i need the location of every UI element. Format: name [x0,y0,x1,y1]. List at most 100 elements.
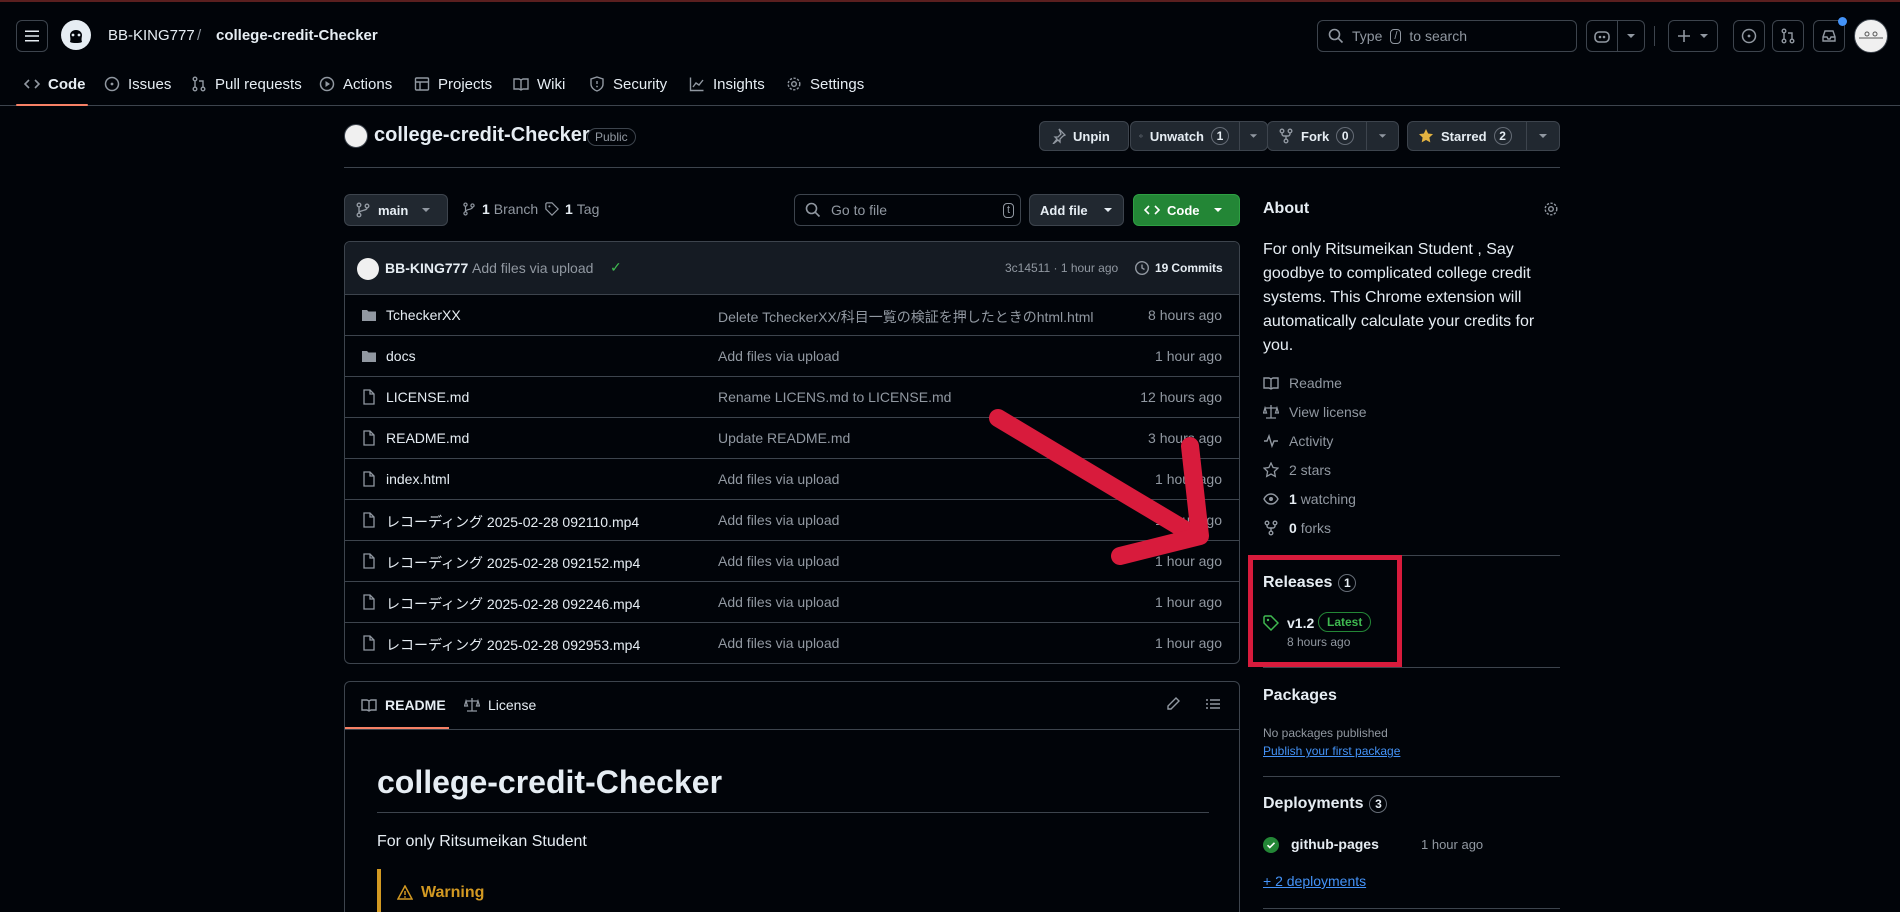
commit-message[interactable]: Add files via upload [472,260,593,276]
file-commit-message[interactable]: Add files via upload [718,471,839,487]
file-commit-message[interactable]: Add files via upload [718,594,839,610]
file-commit-message[interactable]: Delete TcheckerXX/科目一覧の検証を押したときのhtml.htm… [718,307,1093,327]
edit-readme-button[interactable] [1165,696,1181,712]
star-menu-button[interactable] [1526,121,1560,151]
starred-button[interactable]: Starred 2 [1407,121,1527,151]
file-name[interactable]: レコーディング 2025-02-28 092152.mp4 [386,553,640,573]
tab-pull-requests-label: Pull requests [215,75,302,93]
file-commit-message[interactable]: Rename LICENS.md to LICENSE.md [718,389,951,405]
branches-link[interactable]: 1 Branch [462,201,538,217]
code-button[interactable]: Code [1133,194,1240,226]
branch-selector[interactable]: main [344,194,448,226]
tab-settings[interactable]: Settings [786,70,864,98]
commit-author[interactable]: BB-KING777 [385,260,468,276]
tab-readme[interactable]: README [361,697,446,713]
pull-requests-button[interactable] [1772,20,1804,52]
tab-license[interactable]: License [464,697,536,713]
repo-title[interactable]: college-credit-Checker [374,124,590,147]
copilot-button[interactable] [1586,20,1618,52]
create-new-button[interactable] [1668,20,1718,52]
pin-icon [1052,128,1066,144]
table-row[interactable]: docs Add files via upload 1 hour ago [345,336,1239,377]
file-name[interactable]: index.html [386,471,450,487]
stars-link[interactable]: 2 stars [1263,462,1331,478]
breadcrumb-repo[interactable]: college-credit-Checker [216,27,378,44]
watching-link[interactable]: 1 watching [1263,491,1356,507]
git-pull-request-icon [192,76,206,92]
file-name[interactable]: レコーディング 2025-02-28 092246.mp4 [386,594,640,614]
tab-code[interactable]: Code [24,70,86,98]
more-deployments-link[interactable]: + 2 deployments [1263,873,1366,889]
deployments-header[interactable]: Deployments 3 [1263,795,1388,813]
starred-label: Starred [1441,128,1487,144]
caret-down-icon [1700,34,1708,38]
tab-actions[interactable]: Actions [319,70,392,98]
law-icon [464,698,480,712]
table-row[interactable]: レコーディング 2025-02-28 092246.mp4 Add files v… [345,582,1239,623]
avatar[interactable] [1854,19,1888,53]
table-row[interactable]: レコーディング 2025-02-28 092953.mp4 Add files v… [345,623,1239,663]
branch-count: 1 [482,201,490,217]
table-row[interactable]: TcheckerXX Delete TcheckerXX/科目一覧の検証を押したと… [345,295,1239,336]
star-icon [1263,462,1279,478]
tab-projects[interactable]: Projects [414,70,492,98]
fork-menu-button[interactable] [1366,121,1399,151]
file-commit-message[interactable]: Add files via upload [718,348,839,364]
tab-issues[interactable]: Issues [104,70,171,98]
visibility-badge: Public [587,128,636,146]
unpin-label: Unpin [1073,128,1110,144]
file-commit-message[interactable]: Add files via upload [718,553,839,569]
file-name[interactable]: LICENSE.md [386,389,469,405]
watching-label: watching [1300,491,1356,507]
file-name[interactable]: TcheckerXX [386,307,461,323]
commit-author-avatar[interactable] [357,258,379,280]
file-name[interactable]: README.md [386,430,469,446]
tab-wiki[interactable]: Wiki [513,70,565,98]
file-commit-message[interactable]: Add files via upload [718,635,839,651]
tab-pull-requests[interactable]: Pull requests [191,70,302,98]
file-commit-message[interactable]: Add files via upload [718,512,839,528]
commit-check-icon: ✓ [610,259,622,275]
add-file-button[interactable]: Add file [1029,194,1124,226]
tab-security[interactable]: Security [589,70,667,98]
issues-button[interactable] [1733,20,1765,52]
license-link[interactable]: View license [1263,404,1367,420]
tab-issues-label: Issues [128,75,172,93]
packages-title[interactable]: Packages [1263,687,1337,705]
file-commit-message[interactable]: Update README.md [718,430,850,446]
search-icon [805,202,821,218]
caret-down-icon [422,208,431,212]
readme-tabs: README License [345,682,1239,730]
copilot-icon [1594,31,1610,43]
watch-menu-button[interactable] [1239,121,1268,151]
about-settings-button[interactable] [1543,201,1559,217]
search-input[interactable]: Type / to search [1317,20,1577,52]
go-to-file-input[interactable]: Go to file t [794,194,1021,226]
file-name[interactable]: レコーディング 2025-02-28 092953.mp4 [386,635,640,655]
readme-link[interactable]: Readme [1263,375,1342,391]
unpin-button[interactable]: Unpin [1039,121,1129,151]
fork-button[interactable]: Fork 0 [1267,121,1367,151]
fork-count: 0 [1336,127,1355,145]
list-unordered-icon [1206,699,1220,709]
menu-button[interactable] [16,20,48,52]
forks-link[interactable]: 0 forks [1263,520,1331,536]
star-count: 2 [1493,127,1512,145]
publish-package-link[interactable]: Publish your first package [1263,744,1400,758]
file-name[interactable]: docs [386,348,416,364]
file-name[interactable]: レコーディング 2025-02-28 092110.mp4 [386,512,639,532]
activity-link[interactable]: Activity [1263,433,1333,449]
deployment-env[interactable]: github-pages [1291,836,1379,852]
github-logo-icon[interactable] [60,19,92,51]
tab-insights[interactable]: Insights [689,70,765,98]
outline-button[interactable] [1205,696,1221,712]
breadcrumb-owner[interactable]: BB-KING777 [108,27,195,44]
branch-name: main [378,202,409,218]
warning-label: Warning [421,884,485,901]
commits-link[interactable]: 19 Commits [1134,260,1223,276]
copilot-menu-button[interactable] [1617,20,1645,52]
unwatch-button[interactable]: Unwatch 1 [1130,121,1240,151]
gear-icon [787,77,801,91]
tags-link[interactable]: 1 Tag [545,201,599,217]
commit-hash-time[interactable]: 3c14511 · 1 hour ago [1005,261,1118,275]
